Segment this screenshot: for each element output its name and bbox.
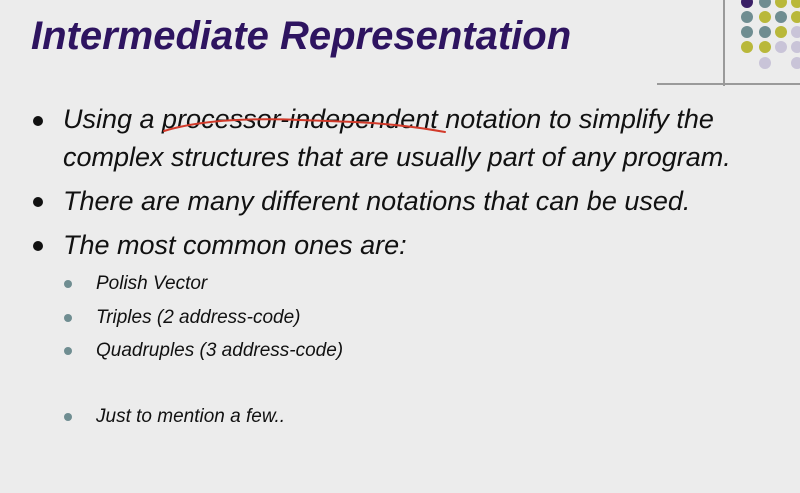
sub-bullet-item: Triples (2 address-code) (96, 307, 301, 328)
sub-bullet-item: Polish Vector (96, 273, 208, 294)
sub-bullet-dot (64, 413, 72, 421)
bullet-dot (33, 241, 43, 251)
sub-bullet-item: Quadruples (3 address-code) (96, 340, 344, 361)
bullet-dot (33, 116, 43, 126)
sub-bullet-item: Just to mention a few.. (96, 406, 286, 427)
sub-bullet-dot (64, 280, 72, 288)
sub-bullet-dot (64, 347, 72, 355)
bullet-dot (33, 197, 43, 207)
slide: Intermediate Representation Using a proc… (0, 0, 800, 493)
bullet-list: Using a processor-independent notation t… (0, 0, 800, 493)
bullet-item: Using a processor-independent notation t… (63, 104, 731, 172)
bullet-item: There are many different notations that … (63, 186, 691, 216)
sub-bullet-dot (64, 314, 72, 322)
bullet-item: The most common ones are: (63, 230, 407, 260)
